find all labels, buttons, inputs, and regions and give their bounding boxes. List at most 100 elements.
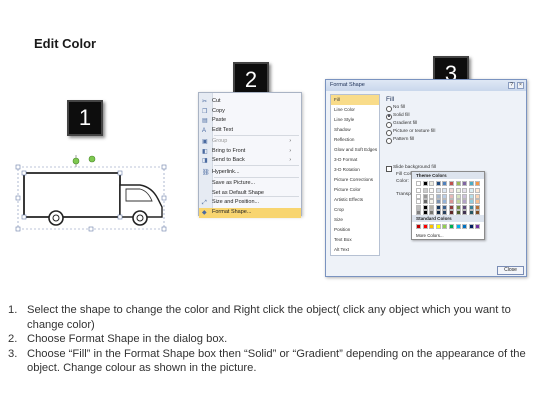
theme-color-swatch[interactable] [435, 193, 441, 199]
fill-option-picture-or-texture-fill[interactable]: Picture or texture fill [386, 128, 506, 136]
theme-color-swatch[interactable] [435, 188, 441, 193]
theme-color-swatch[interactable] [422, 210, 428, 215]
standard-color-swatch[interactable] [468, 224, 474, 229]
theme-color-swatch[interactable] [435, 204, 441, 210]
theme-color-swatch[interactable] [455, 181, 461, 186]
theme-color-swatch[interactable] [462, 204, 468, 210]
theme-color-swatch[interactable] [442, 181, 448, 186]
category-shadow[interactable]: Shadow [331, 125, 379, 135]
category-text-box[interactable]: Text Box [331, 235, 379, 245]
standard-color-swatch[interactable] [449, 224, 454, 229]
theme-color-swatch[interactable] [449, 210, 454, 215]
theme-color-swatch[interactable] [429, 199, 435, 204]
truck-shape[interactable] [12, 155, 172, 241]
category-glow-and-soft-edges[interactable]: Glow and Soft Edges [331, 145, 379, 155]
theme-color-swatch[interactable] [455, 204, 461, 210]
theme-color-swatch[interactable] [455, 199, 461, 204]
close-x-button[interactable]: × [517, 82, 524, 89]
theme-color-swatch[interactable] [462, 193, 468, 199]
fill-option-no-fill[interactable]: No fill [386, 104, 506, 112]
theme-color-swatch[interactable] [468, 199, 474, 204]
menu-item-format-shape[interactable]: ◆ Format Shape... [199, 208, 301, 218]
help-button[interactable]: ? [508, 82, 515, 89]
theme-color-swatch[interactable] [442, 210, 448, 215]
theme-color-swatch[interactable] [449, 188, 454, 193]
theme-color-swatch[interactable] [435, 181, 441, 186]
category-line-style[interactable]: Line Style [331, 115, 379, 125]
standard-color-swatch[interactable] [422, 224, 428, 229]
theme-color-swatch[interactable] [475, 193, 481, 199]
theme-color-swatch[interactable] [455, 188, 461, 193]
theme-color-swatch[interactable] [442, 199, 448, 204]
theme-color-swatch[interactable] [449, 199, 454, 204]
fill-option-pattern-fill[interactable]: Pattern fill [386, 136, 506, 144]
theme-color-swatch[interactable] [429, 188, 435, 193]
theme-color-swatch[interactable] [475, 199, 481, 204]
theme-color-swatch[interactable] [462, 210, 468, 215]
menu-item-group[interactable]: ▣ Group › [199, 137, 301, 147]
theme-color-swatch[interactable] [449, 193, 454, 199]
theme-color-swatch[interactable] [422, 204, 428, 210]
theme-color-swatch[interactable] [422, 188, 428, 193]
category-3-d-format[interactable]: 3-D Format [331, 155, 379, 165]
category-reflection[interactable]: Reflection [331, 135, 379, 145]
category-size[interactable]: Size [331, 215, 379, 225]
theme-color-swatch[interactable] [468, 210, 474, 215]
menu-item-copy[interactable]: ❐ Copy [199, 107, 301, 117]
menu-item-save-as-picture[interactable]: Save as Picture... [199, 179, 301, 189]
standard-color-swatch[interactable] [429, 224, 435, 229]
category-crop[interactable]: Crop [331, 205, 379, 215]
theme-color-swatch[interactable] [468, 181, 474, 186]
theme-color-swatch[interactable] [422, 181, 428, 186]
theme-color-swatch[interactable] [462, 188, 468, 193]
theme-color-swatch[interactable] [475, 181, 481, 186]
theme-color-swatch[interactable] [429, 181, 435, 186]
theme-color-swatch[interactable] [468, 193, 474, 199]
menu-item-paste[interactable]: ▤ Paste [199, 116, 301, 126]
standard-color-swatch[interactable] [462, 224, 468, 229]
theme-color-swatch[interactable] [468, 204, 474, 210]
standard-color-swatch[interactable] [475, 224, 481, 229]
theme-color-swatch[interactable] [429, 193, 435, 199]
category-picture-corrections[interactable]: Picture Corrections [331, 175, 379, 185]
theme-color-swatch[interactable] [462, 181, 468, 186]
category-3-d-rotation[interactable]: 3-D Rotation [331, 165, 379, 175]
fill-option-gradient-fill[interactable]: Gradient fill [386, 120, 506, 128]
menu-item-cut[interactable]: ✂ Cut [199, 97, 301, 107]
fill-option-solid-fill[interactable]: Solid fill [386, 112, 506, 120]
standard-color-swatch[interactable] [442, 224, 448, 229]
theme-color-swatch[interactable] [416, 193, 421, 199]
theme-color-swatch[interactable] [449, 204, 454, 210]
category-position[interactable]: Position [331, 225, 379, 235]
category-fill[interactable]: Fill [331, 95, 379, 105]
theme-color-swatch[interactable] [416, 199, 421, 204]
theme-color-swatch[interactable] [455, 193, 461, 199]
theme-color-swatch[interactable] [429, 204, 435, 210]
theme-color-swatch[interactable] [416, 204, 421, 210]
category-line-color[interactable]: Line Color [331, 105, 379, 115]
theme-color-swatch[interactable] [462, 199, 468, 204]
close-button[interactable]: Close [497, 266, 524, 275]
theme-color-swatch[interactable] [435, 210, 441, 215]
theme-color-swatch[interactable] [416, 181, 421, 186]
menu-item-edit-text[interactable]: A Edit Text [199, 126, 301, 136]
theme-color-swatch[interactable] [449, 181, 454, 186]
standard-color-swatch[interactable] [416, 224, 421, 229]
theme-color-swatch[interactable] [422, 193, 428, 199]
theme-color-swatch[interactable] [468, 188, 474, 193]
theme-color-swatch[interactable] [416, 188, 421, 193]
category-picture-color[interactable]: Picture Color [331, 185, 379, 195]
theme-color-swatch[interactable] [416, 210, 421, 215]
slide-bg-fill-checkbox[interactable]: Slide background fill [386, 164, 506, 172]
theme-color-swatch[interactable] [442, 204, 448, 210]
theme-color-swatch[interactable] [475, 210, 481, 215]
menu-item-size-and-position[interactable]: ⤢ Size and Position... [199, 198, 301, 208]
standard-color-swatch[interactable] [455, 224, 461, 229]
menu-item-bring-to-front[interactable]: ◧ Bring to Front › [199, 147, 301, 157]
category-alt-text[interactable]: Alt Text [331, 245, 379, 255]
theme-color-swatch[interactable] [455, 210, 461, 215]
theme-color-swatch[interactable] [475, 204, 481, 210]
theme-color-swatch[interactable] [442, 193, 448, 199]
theme-color-swatch[interactable] [429, 210, 435, 215]
category-artistic-effects[interactable]: Artistic Effects [331, 195, 379, 205]
